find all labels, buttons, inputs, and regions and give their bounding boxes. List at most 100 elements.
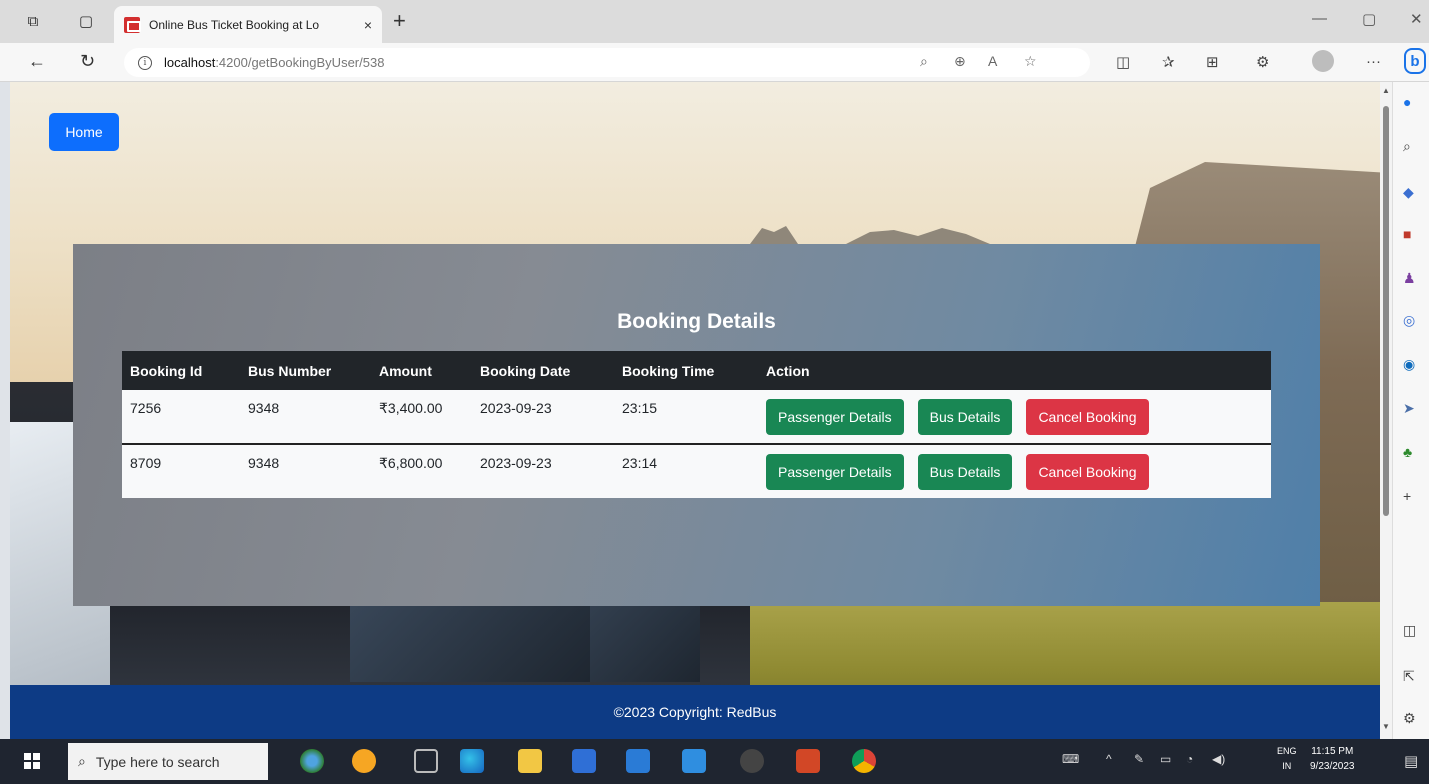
passenger-details-button[interactable]: Passenger Details [766, 453, 904, 490]
external-open-icon[interactable]: ⇱ [1403, 668, 1415, 685]
profile-avatar[interactable] [1312, 50, 1334, 72]
favorites-icon[interactable]: ✰ [1162, 53, 1175, 71]
page-scrollbar[interactable]: ▲ ▼ [1380, 82, 1392, 739]
extensions-icon[interactable]: ⚙ [1256, 53, 1269, 71]
tab-title: Online Bus Ticket Booking at Lo [149, 17, 320, 32]
mail-icon[interactable] [626, 749, 650, 773]
refresh-icon[interactable]: ↻ [80, 51, 95, 72]
table-row: 7256 9348 ₹3,400.00 2023-09-23 23:15 Pas… [122, 390, 1271, 444]
weather-widget-icon[interactable] [300, 749, 324, 773]
bing-copilot-icon[interactable]: b [1404, 48, 1426, 74]
taskbar-search-placeholder: Type here to search [95, 753, 220, 770]
battery-icon[interactable]: ▭ [1160, 752, 1171, 766]
minimize-icon[interactable]: — [1312, 10, 1327, 27]
bus-favicon-icon [124, 16, 141, 33]
edge-taskbar-icon[interactable] [460, 749, 484, 773]
passenger-details-button[interactable]: Passenger Details [766, 398, 904, 435]
taskbar-clock[interactable]: 11:15 PM 9/23/2023 [1310, 744, 1355, 774]
hide-sidebar-icon[interactable]: ◫ [1403, 622, 1416, 639]
col-action: Action [766, 362, 810, 379]
action-cell: Passenger Details Bus Details Cancel Boo… [758, 390, 1271, 444]
news-widget-icon[interactable] [352, 749, 376, 773]
bookings-table: Booking Id Bus Number Amount Booking Dat… [122, 351, 1271, 498]
booking-id-cell: 8709 [130, 455, 162, 471]
sidebar-search-icon[interactable]: ⌕ [1403, 138, 1411, 155]
find-icon[interactable]: ⌕ [920, 53, 928, 70]
cancel-booking-button[interactable]: Cancel Booking [1026, 398, 1149, 435]
col-booking-id: Booking Id [130, 362, 203, 379]
col-booking-date: Booking Date [480, 362, 571, 379]
bus-details-button[interactable]: Bus Details [917, 398, 1013, 435]
booking-date-cell: 2023-09-23 [480, 400, 552, 416]
settings-gear-icon[interactable] [740, 749, 764, 773]
chrome-icon[interactable] [852, 749, 876, 773]
scrollbar-thumb[interactable] [1383, 106, 1389, 516]
booking-date-cell: 2023-09-23 [480, 455, 552, 471]
booking-details-card: Booking Details Booking Id Bus Number Am… [73, 244, 1320, 606]
windows-start-icon[interactable] [24, 753, 40, 769]
site-info-icon[interactable]: i [138, 55, 152, 70]
notification-bell-icon[interactable]: ● [1403, 94, 1411, 110]
bus-number-cell: 9348 [248, 455, 280, 471]
bus-number-cell: 9348 [248, 400, 280, 416]
tree-icon[interactable]: ♣ [1403, 444, 1412, 460]
powerpoint-icon[interactable] [796, 749, 820, 773]
notifications-icon[interactable]: ▤ [1404, 752, 1418, 770]
telegram-icon[interactable]: ➤ [1403, 400, 1415, 417]
table-row: 8709 9348 ₹6,800.00 2023-09-23 23:14 Pas… [122, 444, 1271, 498]
workspaces-icon[interactable]: ⧉ [22, 10, 44, 32]
action-cell: Passenger Details Bus Details Cancel Boo… [758, 444, 1271, 498]
booking-id-cell: 7256 [130, 400, 162, 416]
wifi-icon[interactable]: ◔ [1186, 752, 1193, 766]
tab-close-icon[interactable]: × [364, 17, 372, 33]
url-path: :4200/getBookingByUser/538 [215, 55, 385, 70]
booking-time-cell: 23:14 [622, 455, 658, 471]
address-bar[interactable]: i localhost:4200/getBookingByUser/538 ⌕ … [124, 48, 1090, 77]
new-tab-icon[interactable]: + [393, 8, 406, 34]
collections-icon[interactable]: ⊞ [1206, 53, 1219, 71]
split-screen-icon[interactable]: ◫ [1116, 53, 1130, 71]
zoom-icon[interactable]: ⊕ [954, 53, 966, 70]
url-host: localhost [164, 55, 216, 70]
restore-icon[interactable]: ▢ [1362, 10, 1376, 28]
file-explorer-icon[interactable] [518, 749, 542, 773]
browser-toolbar: ← ↻ i localhost:4200/getBookingByUser/53… [0, 43, 1429, 82]
footer-copyright: ©2023 Copyright: RedBus [613, 704, 777, 720]
read-aloud-icon[interactable]: A [988, 53, 997, 69]
shopping-tag-icon[interactable]: ◆ [1403, 184, 1414, 201]
games-icon[interactable]: ♟ [1403, 270, 1416, 287]
vscode-icon[interactable] [682, 749, 706, 773]
tools-briefcase-icon[interactable]: ■ [1403, 226, 1411, 242]
outlook-icon[interactable]: ◉ [1403, 356, 1415, 373]
browser-tab[interactable]: Online Bus Ticket Booking at Lo × [114, 6, 382, 43]
cancel-booking-button[interactable]: Cancel Booking [1026, 453, 1149, 490]
keyboard-icon[interactable]: ⌨ [1062, 752, 1079, 766]
tab-actions-icon[interactable]: ▢ [75, 10, 97, 32]
favorite-star-icon[interactable]: ☆ [1024, 53, 1037, 70]
taskbar-search-box[interactable]: ⌕ Type here to search [68, 743, 268, 780]
windows-taskbar: ⌕ Type here to search ⌨ ^ ✎ ▭ ◔ ◀) ENG I… [0, 739, 1429, 784]
background-peaks [750, 226, 990, 244]
language-indicator[interactable]: ENG IN [1277, 744, 1297, 774]
close-window-icon[interactable]: ✕ [1410, 10, 1423, 28]
page-viewport: Home Booking Details Booking Id Bus Numb… [10, 82, 1380, 739]
scroll-down-icon[interactable]: ▼ [1382, 722, 1390, 731]
clock-time: 11:15 PM [1311, 746, 1354, 757]
table-header-row: Booking Id Bus Number Amount Booking Dat… [122, 351, 1271, 390]
tray-chevron-icon[interactable]: ^ [1106, 752, 1112, 766]
amount-cell: ₹3,400.00 [379, 400, 443, 416]
store-icon[interactable] [572, 749, 596, 773]
back-icon[interactable]: ← [28, 51, 46, 72]
volume-icon[interactable]: ◀) [1212, 752, 1225, 766]
add-sidebar-app-icon[interactable]: + [1403, 488, 1411, 504]
more-options-icon[interactable]: ··· [1366, 53, 1381, 70]
bus-details-button[interactable]: Bus Details [917, 453, 1013, 490]
microsoft-365-icon[interactable]: ◎ [1403, 312, 1415, 329]
task-view-icon[interactable] [414, 749, 438, 773]
pen-icon[interactable]: ✎ [1134, 752, 1144, 766]
scroll-up-icon[interactable]: ▲ [1382, 86, 1390, 95]
sidebar-settings-icon[interactable]: ⚙ [1403, 710, 1416, 727]
home-button[interactable]: Home [49, 113, 119, 151]
page-title: Booking Details [617, 310, 776, 333]
amount-cell: ₹6,800.00 [379, 455, 443, 471]
